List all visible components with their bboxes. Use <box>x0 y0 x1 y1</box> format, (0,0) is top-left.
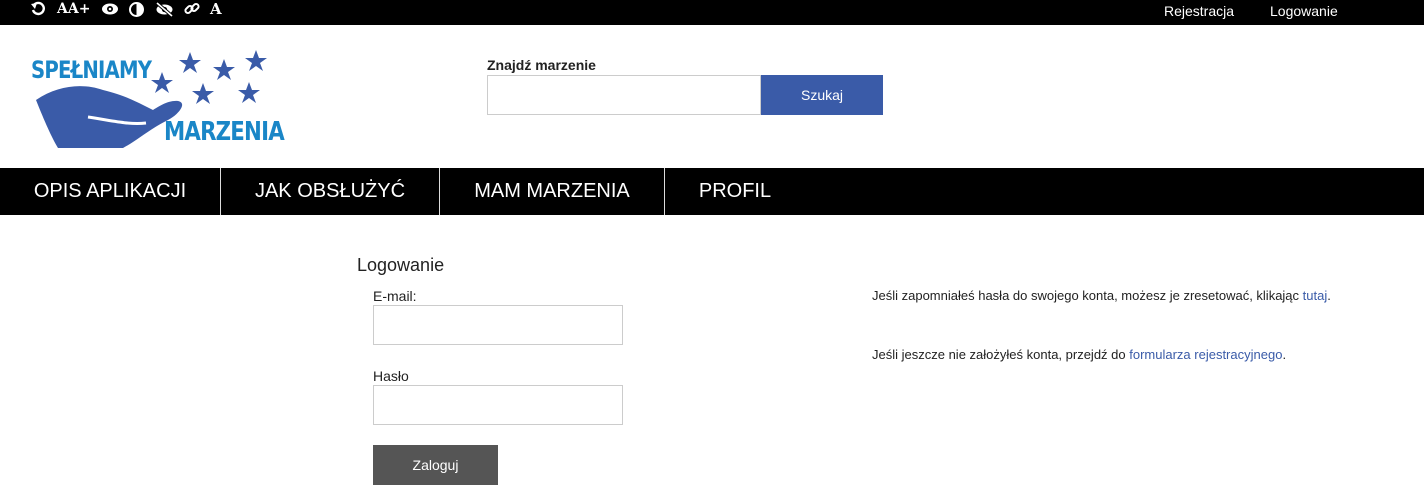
email-label: E-mail: <box>373 288 417 304</box>
font-icon[interactable]: A <box>210 0 222 18</box>
registration-form-link[interactable]: formularza rejestracyjnego <box>1129 347 1282 362</box>
register-info-end: . <box>1282 347 1287 362</box>
search-label: Znajdź marzenie <box>487 57 596 73</box>
nav-item-profil[interactable]: PROFIL <box>665 168 805 215</box>
login-title: Logowanie <box>357 255 445 275</box>
search-button[interactable]: Szukaj <box>761 75 883 115</box>
logo[interactable]: SPEŁNIAMY MARZENIA <box>28 45 285 153</box>
nav-item-opis-aplikacji[interactable]: OPIS APLIKACJI <box>0 168 220 215</box>
login-button[interactable]: Zaloguj <box>373 445 498 485</box>
logo-text-line2: MARZENIA <box>164 117 285 147</box>
register-info-text: Jeśli jeszcze nie założyłeś konta, przej… <box>872 347 1126 362</box>
reset-info-text: Jeśli zapomniałeś hasła do swojego konta… <box>872 288 1300 303</box>
password-label: Hasło <box>373 368 409 384</box>
search-input[interactable] <box>487 75 761 115</box>
reset-info-end: . <box>1327 288 1331 303</box>
logo-text-line1: SPEŁNIAMY <box>31 56 152 84</box>
password-field[interactable] <box>373 385 623 425</box>
login-link[interactable]: Logowanie <box>1270 3 1338 19</box>
reset-password-link[interactable]: tutaj <box>1303 288 1328 303</box>
eye-icon[interactable] <box>101 0 119 18</box>
font-size-icon[interactable]: AA+ <box>57 0 90 18</box>
email-field[interactable] <box>373 305 623 345</box>
link-icon[interactable] <box>184 0 200 18</box>
reset-icon[interactable] <box>30 0 46 18</box>
hide-images-icon[interactable] <box>155 0 174 18</box>
register-info: Jeśli jeszcze nie założyłeś konta, przej… <box>872 345 1392 364</box>
main-nav: OPIS APLIKACJI JAK OBSŁUŻYĆ MAM MARZENIA… <box>0 168 1424 215</box>
nav-item-jak-obsluzyc[interactable]: JAK OBSŁUŻYĆ <box>221 168 439 215</box>
accessibility-bar: AA+ A Rejestracja Logowanie <box>0 0 1424 25</box>
reset-info: Jeśli zapomniałeś hasła do swojego konta… <box>872 286 1352 305</box>
nav-item-mam-marzenia[interactable]: MAM MARZENIA <box>440 168 664 215</box>
contrast-icon[interactable] <box>129 0 144 18</box>
register-link[interactable]: Rejestracja <box>1164 3 1234 19</box>
